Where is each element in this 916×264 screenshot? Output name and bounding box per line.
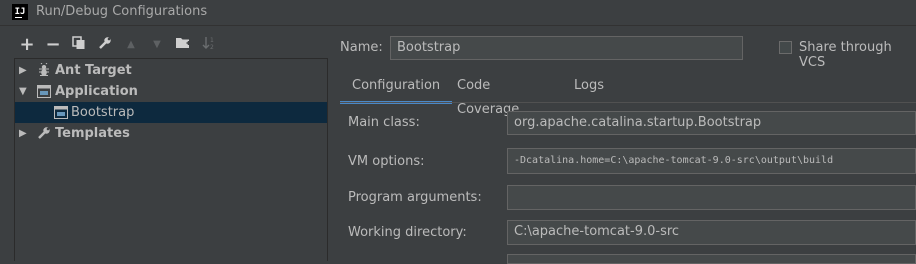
program-arguments-label: Program arguments: (348, 190, 482, 205)
working-directory-label: Working directory: (348, 225, 467, 240)
intellij-logo-icon: IJ (12, 4, 28, 20)
tree-item-ant-target[interactable]: ▶ Ant Target (15, 60, 327, 81)
folder-icon[interactable] (174, 36, 192, 54)
add-icon[interactable]: + (18, 36, 36, 54)
name-label: Name: (340, 40, 383, 55)
vm-options-input[interactable]: -Dcatalina.home=C:\apache-tomcat-9.0-src… (507, 148, 916, 174)
application-icon (37, 84, 51, 98)
wrench-icon (37, 126, 51, 140)
tree-item-templates[interactable]: ▶ Templates (15, 123, 327, 144)
title-bar: IJ Run/Debug Configurations (0, 0, 916, 26)
tree-item-application[interactable]: ▼ Application (15, 81, 327, 102)
configuration-tree[interactable]: ▶ Ant Target ▼ Application Bootstrap ▶ T… (14, 58, 328, 261)
wrench-icon[interactable] (96, 36, 114, 54)
tab-divider (340, 102, 916, 103)
application-config-icon (54, 105, 68, 119)
tree-label-templates: Templates (55, 126, 130, 141)
share-vcs-checkbox[interactable] (779, 41, 792, 54)
program-arguments-input[interactable] (507, 185, 916, 210)
svg-text:1: 1 (210, 37, 214, 44)
logo-text: IJ (14, 7, 26, 17)
tree-label-application: Application (55, 84, 138, 99)
vm-options-label: VM options: (348, 154, 425, 169)
expand-arrow-icon[interactable]: ▶ (19, 123, 29, 144)
tree-label-bootstrap: Bootstrap (71, 105, 135, 120)
working-directory-input[interactable]: C:\apache-tomcat-9.0-src (507, 220, 916, 245)
main-class-input[interactable]: org.apache.catalina.startup.Bootstrap (507, 111, 916, 135)
expand-arrow-icon[interactable]: ▶ (19, 60, 29, 81)
next-field-input[interactable] (507, 254, 916, 264)
collapse-arrow-icon[interactable]: ▼ (19, 81, 29, 102)
sort-icon[interactable]: 12 (200, 36, 218, 54)
move-down-icon[interactable]: ▼ (148, 36, 166, 54)
ant-icon (37, 62, 51, 77)
share-vcs-label[interactable]: Share through VCS (799, 40, 916, 70)
name-input[interactable]: Bootstrap (390, 36, 743, 60)
window-title: Run/Debug Configurations (36, 4, 208, 19)
tab-logs[interactable]: Logs (562, 74, 616, 101)
tree-item-bootstrap[interactable]: Bootstrap (15, 102, 327, 123)
tree-label-ant-target: Ant Target (55, 63, 132, 78)
tab-configuration[interactable]: Configuration (340, 74, 453, 104)
main-class-label: Main class: (348, 115, 420, 130)
svg-text:2: 2 (210, 44, 214, 50)
remove-icon[interactable]: − (44, 36, 62, 54)
copy-icon[interactable] (70, 36, 88, 54)
move-up-icon[interactable]: ▲ (122, 36, 140, 54)
tab-code-coverage[interactable]: Code Coverage (445, 74, 531, 117)
